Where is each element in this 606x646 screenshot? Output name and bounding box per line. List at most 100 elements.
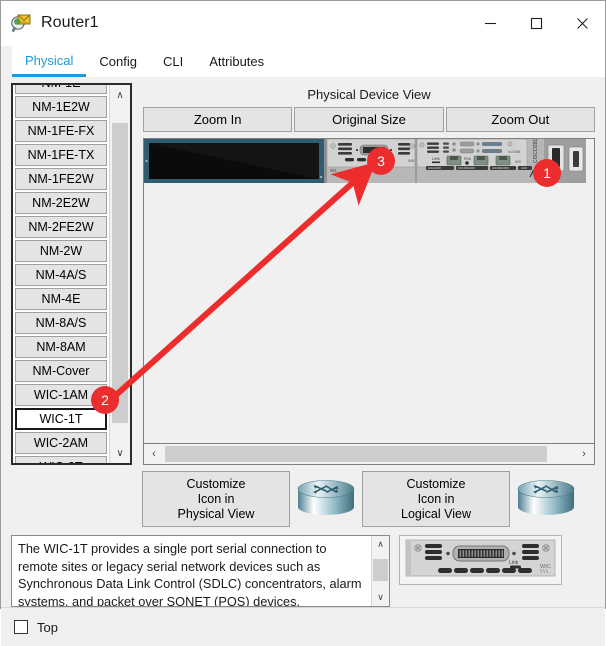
module-item-label: NM-2FE2W [28,220,94,234]
customize-physical-line-1: Customize [186,476,246,491]
annotation-badge-2: 2 [91,386,119,414]
svg-text:10/100/1000: 10/100/1000 [492,166,509,170]
module-item-nm-4a-s[interactable]: NM-4A/S [15,264,107,286]
device-scroll-track[interactable] [164,444,574,464]
close-icon[interactable] [559,1,605,45]
device-window: Router1 Physical Config CLI Attributes N… [0,0,606,646]
customize-row: Customize Icon in Physical View Customiz… [11,471,595,527]
tab-physical-label: Physical [25,52,74,68]
module-item-nm-1fe2w[interactable]: NM-1FE2W [15,168,107,190]
module-item-label: WIC-1T [39,412,83,426]
customize-logical-line-3: Logical View [401,506,471,521]
module-item-nm-1fe-fx[interactable]: NM-1FE-FX [15,120,107,142]
module-item-nm-2w[interactable]: NM-2W [15,240,107,262]
physical-tab-content: NM-1E NM-1E2W NM-1FE-FX NM-1FE-TX NM-1FE2W NM… [1,77,605,607]
svg-text:LINK: LINK [432,157,441,161]
module-item-label: NM-1FE2W [28,172,94,186]
module-item-label: NM-1FE-TX [27,148,95,162]
device-canvas[interactable]: WIC W1 \u2398 LINK FDX W0 100-1000 10/10… [143,138,595,443]
svg-text:FDX: FDX [464,157,472,161]
tab-bar: Physical Config CLI Attributes [1,46,605,77]
device-scroll-thumb[interactable] [165,446,547,462]
module-item-label: NM-1E [42,85,81,90]
module-item-nm-1e[interactable]: NM-1E [15,85,107,94]
annotation-badge-1: 1 [533,159,561,187]
module-item-nm-cover[interactable]: NM-Cover [15,360,107,382]
description-scroll-thumb[interactable] [373,559,388,581]
module-item-label: NM-4A/S [35,268,87,282]
device-hscrollbar[interactable]: ‹ › [143,443,595,465]
modules-scroll-thumb[interactable] [112,123,128,423]
customize-logical-line-2: Icon in [417,491,455,506]
original-size-button[interactable]: Original Size [294,107,444,132]
tab-physical[interactable]: Physical [12,46,87,77]
module-item-label: NM-2E2W [32,196,90,210]
module-item-label: WIC-2T [39,460,82,463]
top-checkbox-label: Top [37,619,58,635]
svg-text:CISCO2811: CISCO2811 [533,139,539,163]
module-item-nm-4e[interactable]: NM-4E [15,288,107,310]
module-item-label: NM-4E [41,292,81,306]
description-scroll-down-icon[interactable]: ∨ [372,589,389,606]
modules-scroll-up-icon[interactable]: ∧ [110,85,130,105]
title-bar: Router1 [1,1,605,46]
module-description-box[interactable]: The WIC-1T provides a single port serial… [11,535,390,607]
module-item-label: NM-1FE-FX [27,124,95,138]
device-panel: Physical Device View Zoom In Original Si… [143,83,595,465]
module-item-nm-2e2w[interactable]: NM-2E2W [15,192,107,214]
device-scroll-right-icon[interactable]: › [574,444,594,464]
window-controls [467,1,605,45]
router-icon-logical[interactable] [510,471,582,527]
router-chassis-image[interactable]: WIC W1 \u2398 LINK FDX W0 100-1000 10/10… [144,139,586,191]
module-item-label: NM-Cover [32,364,90,378]
module-item-nm-1e2w[interactable]: NM-1E2W [15,96,107,118]
module-item-nm-8a-s[interactable]: NM-8A/S [15,312,107,334]
customize-physical-line-2: Icon in [197,491,235,506]
tab-attributes-label: Attributes [209,54,265,69]
maximize-icon[interactable] [513,1,559,45]
module-item-label: NM-2W [39,244,83,258]
customize-physical-view-button[interactable]: Customize Icon in Physical View [142,471,290,527]
svg-text:WIC: WIC [540,564,551,570]
svg-text:\u2398: \u2398 [508,149,521,154]
module-item-nm-8am[interactable]: NM-8AM [15,336,107,358]
window-title: Router1 [41,14,99,31]
router-icon-physical[interactable] [290,471,362,527]
zoom-in-button[interactable]: Zoom In [143,107,293,132]
bottom-bar: Top [1,607,605,646]
svg-text:W1: W1 [330,168,337,173]
module-item-label: NM-8A/S [35,316,87,330]
module-item-wic-1t[interactable]: WIC-1T [15,408,107,430]
physical-device-view-title: Physical Device View [307,87,431,102]
module-description-text: The WIC-1T provides a single port serial… [18,541,362,606]
customize-physical-line-3: Physical View [177,506,255,521]
description-row: The WIC-1T provides a single port serial… [11,535,595,607]
description-scroll-up-icon[interactable]: ∧ [372,536,389,553]
module-item-label: NM-8AM [36,340,86,354]
module-item-label: WIC-1AM [33,388,89,402]
tab-cli[interactable]: CLI [150,46,196,77]
module-item-wic-2t[interactable]: WIC-2T [15,456,107,463]
modules-scroll-down-icon[interactable]: ∨ [110,443,130,463]
module-item-label: WIC-2AM [33,436,89,450]
minimize-icon[interactable] [467,1,513,45]
customize-logical-view-button[interactable]: Customize Icon in Logical View [362,471,510,527]
module-item-wic-2am[interactable]: WIC-2AM [15,432,107,454]
device-scroll-left-icon[interactable]: ‹ [144,444,164,464]
tab-attributes[interactable]: Attributes [196,46,277,77]
module-item-nm-1fe-tx[interactable]: NM-1FE-TX [15,144,107,166]
module-item-label: NM-1E2W [32,100,90,114]
svg-text:100-1000: 100-1000 [428,166,441,170]
svg-text:Link: Link [509,560,519,566]
customize-logical-line-1: Customize [406,476,466,491]
description-scroll-track[interactable] [372,553,389,589]
module-item-nm-2fe2w[interactable]: NM-2FE2W [15,216,107,238]
zoom-out-button[interactable]: Zoom Out [445,107,595,132]
description-scrollbar[interactable]: ∧ ∨ [371,536,389,606]
magnifier-envelope-icon [10,12,32,34]
tab-config[interactable]: Config [86,46,150,77]
top-checkbox[interactable] [14,620,28,634]
tab-cli-label: CLI [163,54,184,69]
tab-config-label: Config [99,54,137,69]
zoom-button-row: Zoom In Original Size Zoom Out [143,107,595,132]
